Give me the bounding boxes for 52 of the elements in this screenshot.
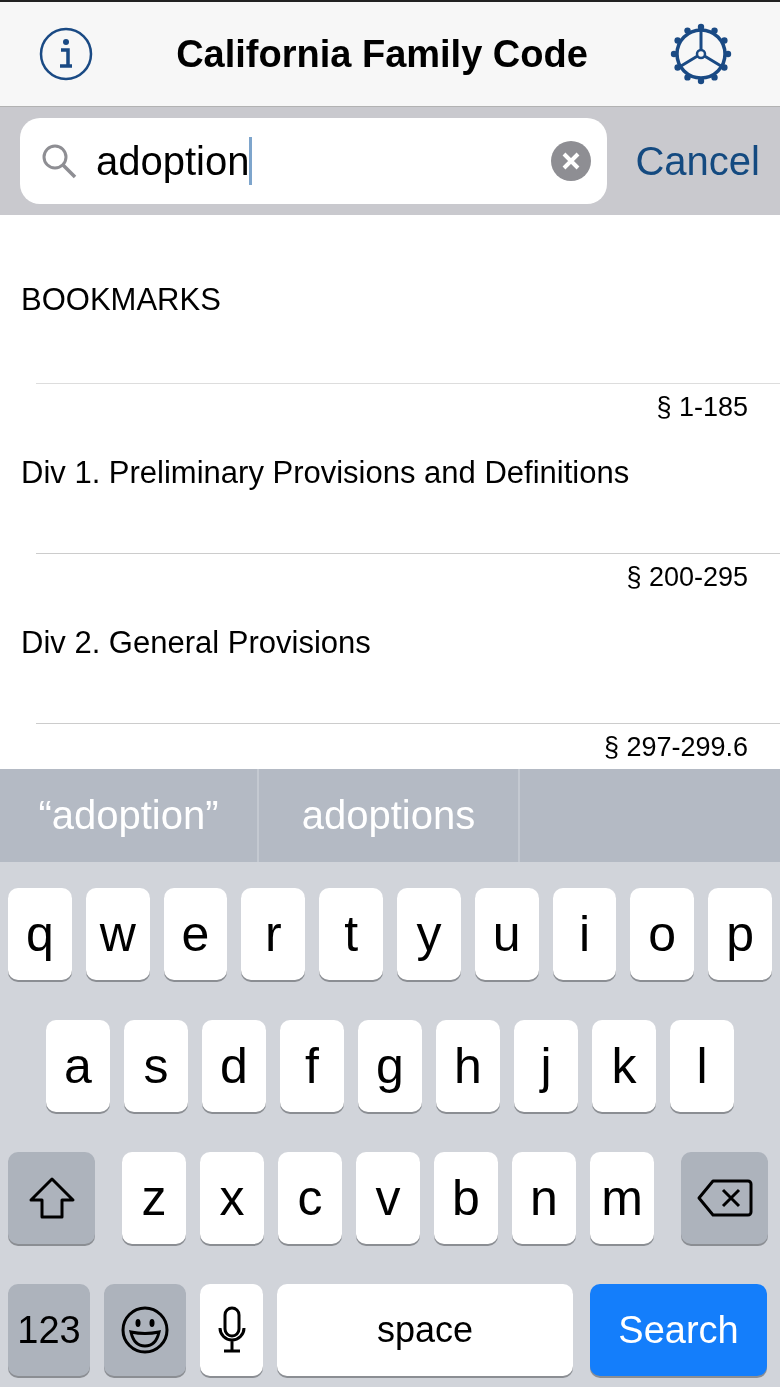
microphone-icon [216,1306,247,1354]
keyboard-key[interactable]: x [200,1152,264,1244]
keyboard-key[interactable]: u [474,888,539,980]
keyboard-key[interactable]: b [434,1152,498,1244]
division-title[interactable]: Div 1. Preliminary Provisions and Definitions [21,455,780,491]
keyboard-key[interactable]: o [630,888,695,980]
app-title: California Family Code [176,32,588,76]
keyboard-key[interactable]: g [358,1020,422,1112]
backspace-key[interactable] [681,1152,768,1244]
keyboard-key[interactable]: z [122,1152,186,1244]
keyboard-key[interactable]: w [85,888,150,980]
section-range: § 297-299.6 [603,732,748,763]
keyboard-key[interactable]: p [708,888,772,980]
keyboard-key[interactable]: r [241,888,306,980]
keyboard-key[interactable]: k [592,1020,656,1112]
backspace-icon [696,1178,753,1218]
section-range: § 200-295 [626,562,748,593]
keyboard-key[interactable]: n [512,1152,576,1244]
keyboard-key[interactable]: f [280,1020,344,1112]
keyboard-key[interactable]: m [590,1152,654,1244]
wheel-icon [670,23,732,85]
search-key[interactable]: Search [590,1284,767,1376]
keyboard-key[interactable]: i [552,888,617,980]
smiley-icon [120,1305,170,1355]
section-range: § 1-185 [656,392,748,423]
keyboard-key[interactable]: j [514,1020,578,1112]
space-key[interactable]: space [277,1284,573,1376]
keyboard-key[interactable]: q [8,888,72,980]
keyboard-key[interactable]: v [356,1152,420,1244]
search-icon [40,142,78,180]
keyboard-key[interactable]: h [436,1020,500,1112]
division-title[interactable]: Div 2. General Provisions [21,625,780,661]
keyboard-key[interactable]: a [46,1020,110,1112]
search-field[interactable]: adoption [20,118,608,204]
cancel-button[interactable]: Cancel [635,138,760,184]
shift-icon [27,1176,76,1220]
numbers-key[interactable]: 123 [8,1284,90,1376]
info-button[interactable] [38,26,94,82]
settings-button[interactable] [670,23,732,85]
keyboard-key[interactable]: l [670,1020,734,1112]
keyboard-key[interactable]: d [202,1020,266,1112]
keyboard-key[interactable]: c [278,1152,342,1244]
clear-icon [551,141,592,181]
info-icon [38,26,94,82]
keyboard-key[interactable]: t [319,888,383,980]
dictation-key[interactable] [200,1284,263,1376]
keyboard-key[interactable]: s [124,1020,188,1112]
section-header: BOOKMARKS [21,282,221,318]
shift-key[interactable] [8,1152,95,1244]
keyboard-key[interactable]: y [397,888,461,980]
emoji-key[interactable] [104,1284,186,1376]
keyboard-key[interactable]: e [163,888,228,980]
